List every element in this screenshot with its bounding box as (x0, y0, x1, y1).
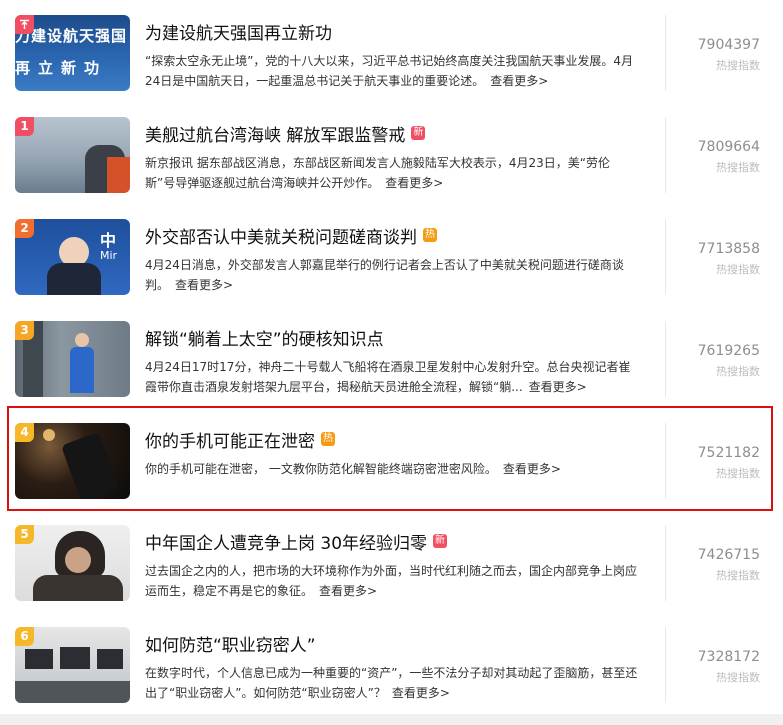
news-summary: 4月24日17时17分，神舟二十号载人飞船将在酒泉卫星发射中心发射升空。总台央视… (145, 357, 640, 397)
summary-text: 过去国企之内的人，把市场的大环境称作为外面，当时代红利随之而去，国企内部竞争上岗… (145, 564, 638, 598)
pin-top-icon (15, 15, 34, 34)
thumbnail-caption: 再立新功 (15, 59, 108, 77)
list-item[interactable]: 中 Mir 2 外交部否认中美就关税问题磋商谈判 热 4月24日消息，外交部发言… (0, 214, 783, 314)
divider (665, 525, 666, 601)
news-summary: 过去国企之内的人，把市场的大环境称作为外面，当时代红利随之而去，国企内部竞争上岗… (145, 561, 640, 601)
divider (665, 627, 666, 703)
news-summary: 新京报讯 据东部战区消息，东部战区新闻发言人施毅陆军大校表示，4月23日，美“劳… (145, 153, 640, 193)
hot-score: 7328172 (697, 649, 760, 665)
hot-score: 7904397 (697, 37, 760, 53)
hot-score-label: 热搜指数 (716, 263, 760, 276)
hot-score: 7713858 (697, 241, 760, 257)
news-thumbnail[interactable]: 5 (15, 525, 130, 601)
selection-highlight (7, 406, 773, 511)
read-more-link[interactable]: 查看更多> (392, 686, 450, 700)
list-item[interactable]: 1 美舰过航台湾海峡 解放军跟监警戒 新 新京报讯 据东部战区消息，东部战区新闻… (0, 112, 783, 212)
hot-score: 7426715 (697, 547, 760, 563)
list-item[interactable]: 力建设航天强国 再立新功 为建设航天强国再立新功 “探索太空永无止境”，党的十八… (0, 10, 783, 110)
list-item[interactable]: 3 解锁“躺着上太空”的硬核知识点 4月24日17时17分，神舟二十号载人飞船将… (0, 316, 783, 416)
new-badge: 新 (433, 534, 448, 548)
summary-text: 新京报讯 据东部战区消息，东部战区新闻发言人施毅陆军大校表示，4月23日，美“劳… (145, 156, 610, 190)
read-more-link[interactable]: 查看更多> (175, 278, 233, 292)
news-title[interactable]: 外交部否认中美就关税问题磋商谈判 (145, 223, 417, 248)
hot-score-label: 热搜指数 (716, 671, 760, 684)
news-thumbnail[interactable]: 1 (15, 117, 130, 193)
divider (665, 219, 666, 295)
read-more-link[interactable]: 查看更多> (529, 380, 587, 394)
rank-badge: 6 (15, 627, 34, 646)
news-title[interactable]: 美舰过航台湾海峡 解放军跟监警戒 (145, 121, 405, 146)
news-thumbnail[interactable]: 3 (15, 321, 130, 397)
hot-score: 7809664 (697, 139, 760, 155)
news-summary: 在数字时代，个人信息已成为一种重要的“资产”，一些不法分子却对其动起了歪脑筋，甚… (145, 663, 640, 703)
news-title[interactable]: 中年国企人遭竞争上岗 30年经验归零 (145, 529, 427, 554)
news-title[interactable]: 解锁“躺着上太空”的硬核知识点 (145, 325, 384, 350)
hot-score-label: 热搜指数 (716, 365, 760, 378)
rank-badge: 3 (15, 321, 34, 340)
rank-badge: 1 (15, 117, 34, 136)
new-badge: 新 (411, 126, 426, 140)
list-item[interactable]: 5 中年国企人遭竞争上岗 30年经验归零 新 过去国企之内的人，把市场的大环境称… (0, 520, 783, 620)
thumbnail-caption: 中 (100, 231, 117, 250)
rank-badge: 2 (15, 219, 34, 238)
hot-score: 7619265 (697, 343, 760, 359)
news-summary: 4月24日消息，外交部发言人郭嘉昆举行的例行记者会上否认了中美就关税问题进行磋商… (145, 255, 640, 295)
news-summary: “探索太空永无止境”，党的十八大以来，习近平总书记始终高度关注我国航天事业发展。… (145, 51, 640, 91)
hot-score-label: 热搜指数 (716, 59, 760, 72)
hot-badge: 热 (423, 228, 437, 242)
hot-score-label: 热搜指数 (716, 569, 760, 582)
news-title[interactable]: 如何防范“职业窃密人” (145, 631, 316, 656)
news-thumbnail[interactable]: 6 (15, 627, 130, 703)
divider (665, 321, 666, 397)
divider (665, 15, 666, 91)
hot-score-label: 热搜指数 (716, 161, 760, 174)
read-more-link[interactable]: 查看更多> (490, 74, 548, 88)
thumbnail-caption: Mir (100, 249, 118, 262)
news-thumbnail[interactable]: 中 Mir 2 (15, 219, 130, 295)
list-item[interactable]: 6 如何防范“职业窃密人” 在数字时代，个人信息已成为一种重要的“资产”，一些不… (0, 622, 783, 722)
rank-badge: 5 (15, 525, 34, 544)
read-more-link[interactable]: 查看更多> (385, 176, 443, 190)
read-more-link[interactable]: 查看更多> (319, 584, 377, 598)
divider (665, 117, 666, 193)
summary-text: “探索太空永无止境”，党的十八大以来，习近平总书记始终高度关注我国航天事业发展。… (145, 54, 634, 88)
bottom-bar (0, 714, 783, 725)
news-title[interactable]: 为建设航天强国再立新功 (145, 19, 332, 44)
news-thumbnail[interactable]: 力建设航天强国 再立新功 (15, 15, 130, 91)
